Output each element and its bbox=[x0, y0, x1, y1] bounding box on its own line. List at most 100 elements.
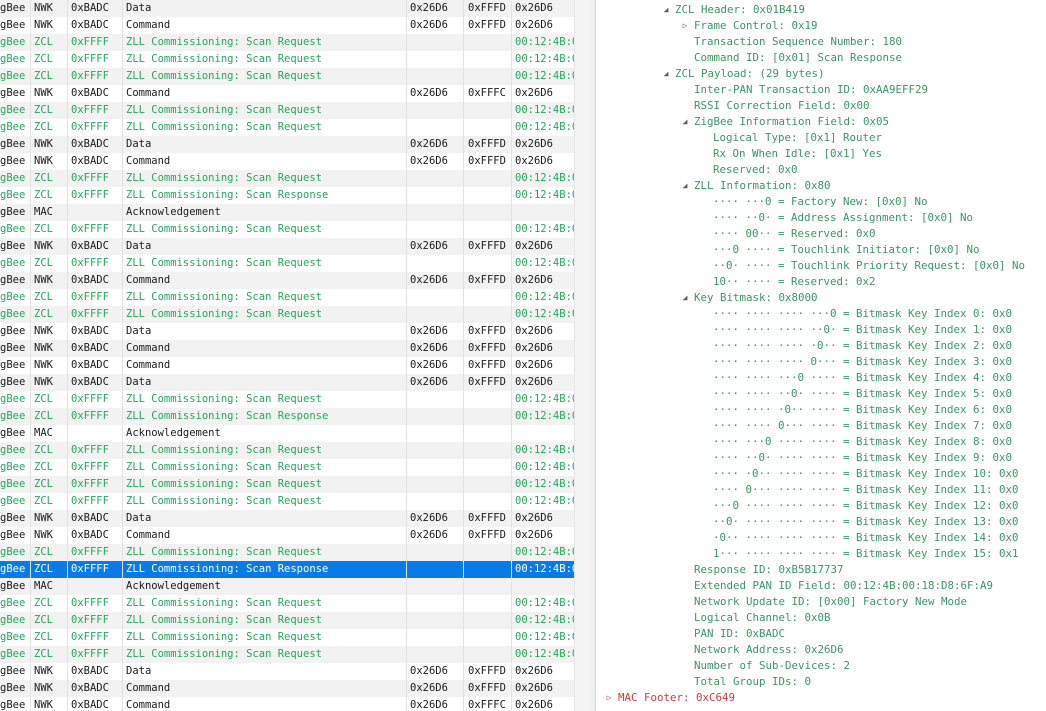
detail-tree-item[interactable]: Response ID: 0xB5B17737 bbox=[680, 562, 844, 578]
detail-tree-item[interactable]: ◢ Key Bitmask: 0x8000 bbox=[680, 290, 818, 306]
detail-tree-item[interactable]: ···· ···· ···· ···0 = Bitmask Key Index … bbox=[699, 306, 1012, 322]
packet-row[interactable]: gBee NWK 0xBADC Command 0x26D6 0xFFFD 0x26D6 bbox=[0, 272, 574, 289]
packet-row[interactable]: gBee NWK 0xBADC Data 0x26D6 0xFFFD 0x26D6 bbox=[0, 136, 574, 153]
detail-tree-item[interactable]: ···· ···· 0··· ···· = Bitmask Key Index … bbox=[699, 418, 1012, 434]
packet-row[interactable]: gBee MAC Acknowledgement bbox=[0, 578, 574, 595]
detail-tree-item[interactable]: Transaction Sequence Number: 180 bbox=[680, 34, 902, 50]
triangle-down-icon[interactable]: ◢ bbox=[661, 2, 671, 18]
packet-row[interactable]: gBee ZCL 0xFFFF ZLL Commissioning: Scan Res… bbox=[0, 408, 574, 425]
detail-tree-item[interactable]: 10·· ···· = Reserved: 0x2 bbox=[699, 274, 876, 290]
triangle-down-icon[interactable]: ◢ bbox=[680, 114, 690, 130]
detail-tree-item[interactable]: Reserved: 0x0 bbox=[699, 162, 798, 178]
detail-tree-item[interactable]: ···0 ···· = Touchlink Initiator: [0x0] N… bbox=[699, 242, 980, 258]
packet-row[interactable]: gBee ZCL 0xFFFF ZLL Commissioning: Scan Req… bbox=[0, 459, 574, 476]
packet-row[interactable]: gBee NWK 0xBADC Data 0x26D6 0xFFFD 0x26D6 bbox=[0, 238, 574, 255]
detail-tree-item[interactable]: ···· ···0 ···· ···· = Bitmask Key Index … bbox=[699, 434, 1012, 450]
packet-row[interactable]: gBee ZCL 0xFFFF ZLL Commissioning: Scan Req… bbox=[0, 170, 574, 187]
packet-row[interactable]: gBee NWK 0xBADC Command 0x26D6 0xFFFD 0x26D6 bbox=[0, 17, 574, 34]
packet-row[interactable]: gBee ZCL 0xFFFF ZLL Commissioning: Scan Req… bbox=[0, 255, 574, 272]
layer-cell: NWK bbox=[34, 376, 53, 388]
packet-row[interactable]: gBee NWK 0xBADC Data 0x26D6 0xFFFD 0x26D6 bbox=[0, 323, 574, 340]
packet-row[interactable]: gBee ZCL 0xFFFF ZLL Commissioning: Scan Req… bbox=[0, 51, 574, 68]
detail-tree-item[interactable]: ▷ MAC Footer: 0xC649 bbox=[604, 690, 735, 706]
packet-row[interactable]: gBee ZCL 0xFFFF ZLL Commissioning: Scan Req… bbox=[0, 102, 574, 119]
detail-tree-item[interactable]: Extended PAN ID Field: 00:12:4B:00:18:D8… bbox=[680, 578, 993, 594]
detail-tree-item[interactable]: ···· ···· ···· ·0·· = Bitmask Key Index … bbox=[699, 338, 1012, 354]
detail-tree-item[interactable]: ···· ··0· ···· ···· = Bitmask Key Index … bbox=[699, 450, 1012, 466]
packet-row[interactable]: gBee NWK 0xBADC Command 0x26D6 0xFFFC 0x26D6 bbox=[0, 697, 574, 711]
detail-tree-item[interactable]: ···· ·0·· ···· ···· = Bitmask Key Index … bbox=[699, 466, 1019, 482]
detail-tree-item[interactable]: ···· 00·· = Reserved: 0x0 bbox=[699, 226, 876, 242]
detail-field-text: ···· ···· ···0 ···· = Bitmask Key Index … bbox=[713, 371, 1013, 384]
packet-row[interactable]: gBee MAC Acknowledgement bbox=[0, 204, 574, 221]
packet-row[interactable]: gBee ZCL 0xFFFF ZLL Commissioning: Scan Req… bbox=[0, 119, 574, 136]
detail-tree-item[interactable]: ◢ ZigBee Information Field: 0x05 bbox=[680, 114, 889, 130]
detail-tree-item[interactable]: Rx On When Idle: [0x1] Yes bbox=[699, 146, 882, 162]
packet-row[interactable]: gBee ZCL 0xFFFF ZLL Commissioning: Scan Req… bbox=[0, 476, 574, 493]
packet-row[interactable]: gBee ZCL 0xFFFF ZLL Commissioning: Scan Req… bbox=[0, 612, 574, 629]
packet-row[interactable]: gBee ZCL 0xFFFF ZLL Commissioning: Scan Req… bbox=[0, 544, 574, 561]
packet-row[interactable]: gBee NWK 0xBADC Command 0x26D6 0xFFFD 0x26D6 bbox=[0, 357, 574, 374]
detail-tree-item[interactable]: Inter-PAN Transaction ID: 0xAA9EFF29 bbox=[680, 82, 928, 98]
packet-row[interactable]: gBee ZCL 0xFFFF ZLL Commissioning: Scan Req… bbox=[0, 493, 574, 510]
packet-row[interactable]: gBee NWK 0xBADC Command 0x26D6 0xFFFD 0x26D6 bbox=[0, 340, 574, 357]
detail-tree-item[interactable]: ◢ ZLL Information: 0x80 bbox=[680, 178, 831, 194]
detail-tree-item[interactable]: ···· ···0 = Factory New: [0x0] No bbox=[699, 194, 928, 210]
detail-tree-item[interactable]: ···· ··0· = Address Assignment: [0x0] No bbox=[699, 210, 973, 226]
packet-detail-tree[interactable]: ◢ ZCL Header: 0x01B419 ▷ Frame Control: 0x1… bbox=[598, 0, 1046, 711]
packet-row[interactable]: gBee ZCL 0xFFFF ZLL Commissioning: Scan Req… bbox=[0, 391, 574, 408]
packet-row[interactable]: gBee ZCL 0xFFFF ZLL Commissioning: Scan Req… bbox=[0, 221, 574, 238]
detail-tree-item[interactable]: Number of Sub-Devices: 2 bbox=[680, 658, 850, 674]
packet-row[interactable]: gBee NWK 0xBADC Data 0x26D6 0xFFFD 0x26D6 bbox=[0, 0, 574, 17]
packet-row[interactable]: gBee NWK 0xBADC Command 0x26D6 0xFFFD 0x26D6 bbox=[0, 153, 574, 170]
detail-tree-item[interactable]: ···· ···· ···· ··0· = Bitmask Key Index … bbox=[699, 322, 1012, 338]
packet-row[interactable]: gBee ZCL 0xFFFF ZLL Commissioning: Scan Req… bbox=[0, 629, 574, 646]
packet-row[interactable]: gBee NWK 0xBADC Command 0x26D6 0xFFFC 0x26D6 bbox=[0, 85, 574, 102]
detail-tree-item[interactable]: 1··· ···· ···· ···· = Bitmask Key Index … bbox=[699, 546, 1019, 562]
detail-tree-item[interactable]: RSSI Correction Field: 0x00 bbox=[680, 98, 870, 114]
packet-row[interactable]: gBee MAC Acknowledgement bbox=[0, 425, 574, 442]
packet-list[interactable]: gBee NWK 0xBADC Data 0x26D6 0xFFFD 0x26D6 gBee N… bbox=[0, 0, 574, 711]
detail-tree-item[interactable]: ···0 ···· ···· ···· = Bitmask Key Index … bbox=[699, 498, 1019, 514]
detail-tree-item[interactable]: ···· ···· ··0· ···· = Bitmask Key Index … bbox=[699, 386, 1012, 402]
packet-row[interactable]: gBee NWK 0xBADC Data 0x26D6 0xFFFD 0x26D6 bbox=[0, 663, 574, 680]
detail-tree-item[interactable]: PAN ID: 0xBADC bbox=[680, 626, 785, 642]
detail-tree-item[interactable]: Network Update ID: [0x00] Factory New Mo… bbox=[680, 594, 967, 610]
packet-row[interactable]: gBee ZCL 0xFFFF ZLL Commissioning: Scan Req… bbox=[0, 646, 574, 663]
triangle-right-icon[interactable]: ▷ bbox=[680, 18, 690, 34]
detail-tree-item[interactable]: Total Group IDs: 0 bbox=[680, 674, 811, 690]
detail-tree-item[interactable]: ···· ···· ···0 ···· = Bitmask Key Index … bbox=[699, 370, 1012, 386]
triangle-right-icon[interactable]: ▷ bbox=[604, 690, 614, 706]
detail-tree-item[interactable]: ···· ···· ···· 0··· = Bitmask Key Index … bbox=[699, 354, 1012, 370]
packet-row[interactable]: gBee ZCL 0xFFFF ZLL Commissioning: Scan Res… bbox=[0, 187, 574, 204]
detail-tree-item[interactable]: Command ID: [0x01] Scan Response bbox=[680, 50, 902, 66]
detail-tree-item[interactable]: Logical Channel: 0x0B bbox=[680, 610, 831, 626]
detail-tree-item[interactable]: ···· ···· ·0·· ···· = Bitmask Key Index … bbox=[699, 402, 1012, 418]
triangle-down-icon[interactable]: ◢ bbox=[680, 178, 690, 194]
packet-row[interactable]: gBee NWK 0xBADC Command 0x26D6 0xFFFD 0x26D6 bbox=[0, 527, 574, 544]
packet-row[interactable]: gBee ZCL 0xFFFF ZLL Commissioning: Scan Req… bbox=[0, 442, 574, 459]
detail-tree-item[interactable]: ▷ Frame Control: 0x19 bbox=[680, 18, 818, 34]
packet-list-scrollbar[interactable] bbox=[574, 0, 591, 711]
triangle-down-icon[interactable]: ◢ bbox=[661, 66, 671, 82]
packet-row[interactable]: gBee ZCL 0xFFFF ZLL Commissioning: Scan Req… bbox=[0, 595, 574, 612]
triangle-down-icon[interactable]: ◢ bbox=[680, 290, 690, 306]
address-a-cell: 0x26D6 bbox=[410, 87, 448, 99]
packet-row[interactable]: gBee ZCL 0xFFFF ZLL Commissioning: Scan Req… bbox=[0, 68, 574, 85]
detail-tree-item[interactable]: ··0· ···· ···· ···· = Bitmask Key Index … bbox=[699, 514, 1019, 530]
packet-row[interactable]: gBee NWK 0xBADC Data 0x26D6 0xFFFD 0x26D6 bbox=[0, 510, 574, 527]
detail-tree-item[interactable]: Network Address: 0x26D6 bbox=[680, 642, 844, 658]
detail-tree-item[interactable]: ·0·· ···· ···· ···· = Bitmask Key Index … bbox=[699, 530, 1019, 546]
detail-tree-item[interactable]: Logical Type: [0x1] Router bbox=[699, 130, 882, 146]
packet-row[interactable]: gBee ZCL 0xFFFF ZLL Commissioning: Scan Req… bbox=[0, 306, 574, 323]
detail-tree-item[interactable]: ···· 0··· ···· ···· = Bitmask Key Index … bbox=[699, 482, 1019, 498]
packet-row[interactable]: gBee ZCL 0xFFFF ZLL Commissioning: Scan Req… bbox=[0, 289, 574, 306]
packet-row[interactable]: gBee ZCL 0xFFFF ZLL Commissioning: Scan Req… bbox=[0, 34, 574, 51]
detail-field-text: ···0 ···· = Touchlink Initiator: [0x0] N… bbox=[713, 243, 980, 256]
detail-tree-item[interactable]: ◢ ZCL Payload: (29 bytes) bbox=[661, 66, 825, 82]
detail-tree-item[interactable]: ◢ ZCL Header: 0x01B419 bbox=[661, 2, 805, 18]
packet-row-selected[interactable]: gBee ZCL 0xFFFF ZLL Commissioning: Scan Res… bbox=[0, 561, 574, 578]
detail-tree-item[interactable]: ··0· ···· = Touchlink Priority Request: … bbox=[699, 258, 1025, 274]
packet-row[interactable]: gBee NWK 0xBADC Data 0x26D6 0xFFFD 0x26D6 bbox=[0, 374, 574, 391]
packet-row[interactable]: gBee NWK 0xBADC Command 0x26D6 0xFFFD 0x26D6 bbox=[0, 680, 574, 697]
